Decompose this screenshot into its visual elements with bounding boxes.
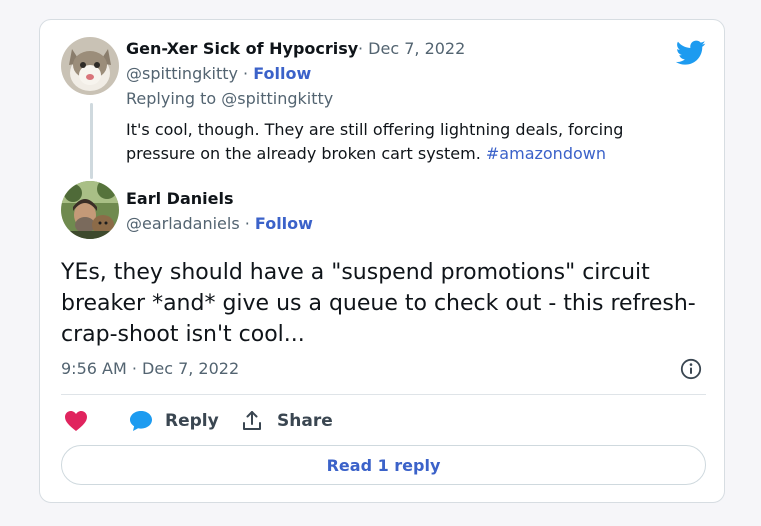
reply-date[interactable]: · Dec 7, 2022 bbox=[358, 39, 465, 58]
share-label: Share bbox=[277, 411, 333, 431]
main-handle[interactable]: @earladaniels bbox=[126, 214, 240, 233]
replying-to-handle[interactable]: @spittingkitty bbox=[221, 89, 333, 108]
follow-button[interactable]: Follow bbox=[253, 64, 311, 83]
replying-to-prefix: Replying to bbox=[126, 89, 222, 108]
thread-line bbox=[90, 103, 93, 179]
reply-label: Reply bbox=[165, 411, 219, 431]
tweet-timestamp[interactable]: 9:56 AM · Dec 7, 2022 bbox=[61, 359, 239, 378]
share-icon bbox=[241, 410, 263, 432]
follow-button-main[interactable]: Follow bbox=[255, 214, 313, 233]
speech-bubble-icon bbox=[129, 410, 153, 432]
main-handle-line: @earladaniels · Follow bbox=[126, 214, 313, 233]
twitter-bird-icon[interactable] bbox=[675, 40, 706, 70]
reply-handle[interactable]: @spittingkitty bbox=[126, 64, 238, 83]
reply-button[interactable]: Reply bbox=[129, 408, 219, 434]
main-tweet-text: YEs, they should have a "suspend promoti… bbox=[61, 260, 696, 347]
reply-tweet-text: It's cool, though. They are still offeri… bbox=[126, 118, 666, 166]
like-button[interactable] bbox=[64, 408, 88, 434]
separator: · bbox=[239, 214, 255, 233]
divider bbox=[61, 394, 706, 395]
tweet-card: Gen-Xer Sick of Hypocrisy · Dec 7, 2022 … bbox=[39, 19, 725, 503]
reply-author-name[interactable]: Gen-Xer Sick of Hypocrisy bbox=[126, 39, 358, 58]
heart-icon bbox=[64, 410, 88, 432]
replying-to-line: Replying to @spittingkitty bbox=[126, 89, 333, 108]
hashtag-link[interactable]: #amazondown bbox=[486, 144, 606, 163]
avatar-earladaniels[interactable] bbox=[61, 181, 119, 239]
reply-handle-line: @spittingkitty · Follow bbox=[126, 64, 311, 83]
read-replies-button[interactable]: Read 1 reply bbox=[61, 445, 706, 485]
separator: · bbox=[237, 64, 254, 83]
share-button[interactable]: Share bbox=[241, 408, 333, 434]
info-icon[interactable] bbox=[680, 358, 702, 384]
avatar-spittingkitty[interactable] bbox=[61, 37, 119, 95]
main-author-name[interactable]: Earl Daniels bbox=[126, 189, 233, 208]
